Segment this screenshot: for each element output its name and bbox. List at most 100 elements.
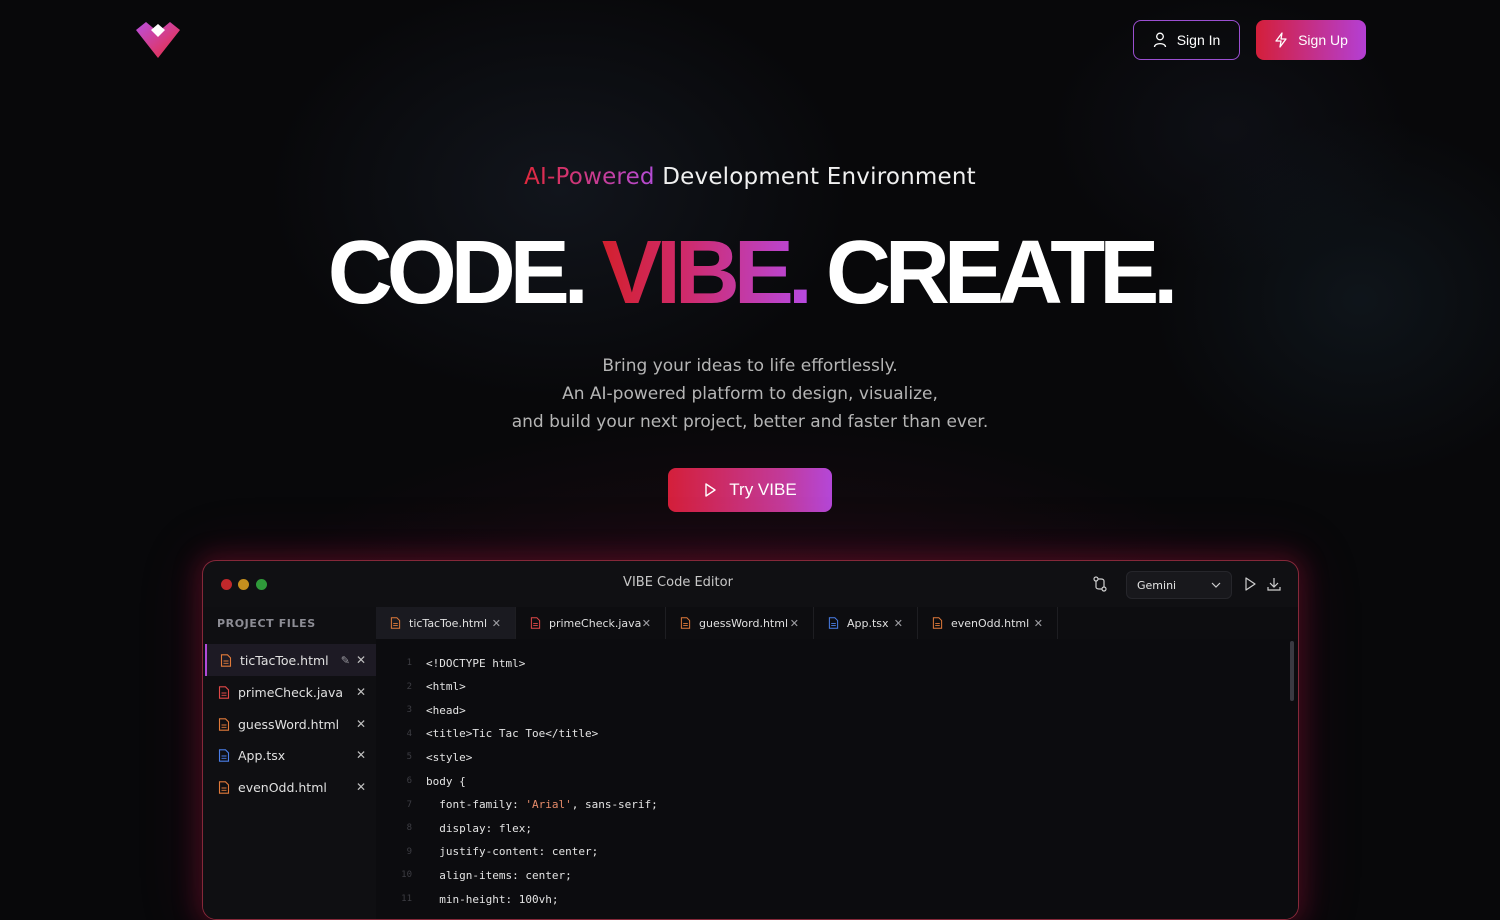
code-line: 5 <style>: [376, 747, 473, 767]
line-number: 11: [401, 894, 412, 904]
tsx-file-icon: [828, 617, 839, 629]
hero-subtitle: Bring your ideas to life effortlessly. A…: [0, 352, 1500, 436]
tab-label: guessWord.html: [699, 616, 789, 630]
vibe-logo-icon[interactable]: [134, 20, 182, 60]
run-icon[interactable]: [1241, 575, 1259, 593]
code-line: 10 align-items: center;: [376, 865, 572, 885]
html-file-icon: [932, 617, 943, 629]
code-text: <head>: [426, 703, 466, 717]
close-tab-icon[interactable]: ✕: [790, 617, 799, 630]
line-number: 3: [406, 705, 412, 716]
code-area[interactable]: 1 <!DOCTYPE html> 2 <html> 3 <head> 4 <title>Ti…: [376, 639, 1298, 919]
editor-tab[interactable]: primeCheck.java ✕: [516, 607, 666, 639]
close-tab-icon[interactable]: ✕: [894, 617, 903, 630]
line-number: 9: [406, 846, 412, 857]
sign-up-label: Sign Up: [1298, 32, 1348, 48]
sidebar-file-label: ticTacToe.html: [240, 652, 329, 668]
line-number: 4: [406, 728, 412, 739]
code-line: 3 <head>: [376, 700, 466, 720]
close-tab-icon[interactable]: ✕: [1034, 617, 1043, 630]
code-text: align-items: center;: [426, 868, 572, 882]
tab-label: App.tsx: [847, 616, 889, 630]
line-number: 8: [406, 823, 412, 834]
sidebar-file-label: primeCheck.java: [238, 684, 344, 700]
html-file-icon: [220, 653, 232, 667]
try-vibe-label: Try VIBE: [729, 480, 797, 499]
code-text: font-family: 'Arial', sans-serif;: [426, 798, 658, 812]
close-tab-icon[interactable]: ✕: [642, 617, 651, 630]
eyebrow-accent: AI-Powered: [524, 164, 655, 190]
editor-tab[interactable]: evenOdd.html ✕: [918, 607, 1058, 639]
tab-label: evenOdd.html: [951, 616, 1030, 630]
line-number: 7: [406, 799, 412, 810]
html-file-icon: [218, 717, 230, 731]
code-line: 4 <title>Tic Tac Toe</title>: [376, 724, 599, 744]
sidebar-file-label: evenOdd.html: [238, 779, 327, 795]
sidebar-file-item[interactable]: ticTacToe.html ✎ ✕: [205, 644, 376, 676]
line-number: 6: [406, 776, 412, 786]
try-vibe-button[interactable]: Try VIBE: [668, 468, 832, 512]
code-line: 8 display: flex;: [376, 818, 532, 838]
chevron-down-icon: [1211, 582, 1221, 588]
code-text: <html>: [426, 680, 466, 694]
close-icon[interactable]: ✕: [356, 748, 366, 762]
code-text: <style>: [426, 750, 473, 764]
line-number: 1: [406, 658, 412, 668]
sidebar-file-item[interactable]: App.tsx ✕: [205, 739, 376, 771]
line-number: 2: [406, 681, 412, 692]
sign-in-label: Sign In: [1176, 32, 1221, 48]
sidebar-file-item[interactable]: evenOdd.html ✕: [205, 771, 376, 803]
sidebar-file-label: App.tsx: [238, 747, 286, 763]
code-line: 6 body {: [376, 771, 466, 791]
editor-tab-bar: ticTacToe.html ✕ primeCheck.java ✕ guessWord…: [376, 607, 1298, 640]
tsx-file-icon: [218, 748, 230, 762]
code-line: 9 justify-content: center;: [376, 842, 599, 862]
subtitle-line-3: and build your next project, better and …: [511, 412, 989, 432]
sign-up-button[interactable]: Sign Up: [1256, 20, 1366, 60]
code-text: <!DOCTYPE html>: [426, 656, 526, 670]
editor-titlebar: VIBE Code Editor Gemini: [203, 561, 1298, 608]
code-text: body {: [426, 774, 466, 788]
line-number: 5: [406, 752, 412, 763]
git-compare-icon[interactable]: [1091, 575, 1109, 593]
sign-in-button[interactable]: Sign In: [1133, 20, 1240, 60]
model-select[interactable]: Gemini: [1126, 571, 1232, 599]
lightning-icon: [1275, 32, 1287, 48]
tab-label: primeCheck.java: [549, 616, 642, 630]
java-file-icon: [218, 685, 230, 699]
code-scrollbar[interactable]: [1290, 641, 1294, 701]
close-icon[interactable]: ✕: [356, 717, 366, 731]
project-files-title: PROJECT FILES: [217, 617, 316, 630]
editor-tab[interactable]: ticTacToe.html ✕: [376, 607, 516, 639]
code-line: 1 <!DOCTYPE html>: [376, 653, 526, 673]
close-icon[interactable]: ✕: [356, 653, 366, 667]
hero-headline: CODE. VIBE. CREATE.: [0, 218, 1500, 328]
code-editor-window: VIBE Code Editor Gemini PROJECT FILES ti…: [202, 560, 1299, 920]
code-text: <title>Tic Tac Toe</title>: [426, 727, 599, 741]
project-files-sidebar: PROJECT FILES ticTacToe.html ✎ ✕ primeCheck…: [203, 607, 377, 919]
subtitle-line-1: Bring your ideas to life effortlessly.: [602, 356, 898, 376]
html-file-icon: [390, 617, 401, 629]
editor-tab[interactable]: App.tsx ✕: [814, 607, 918, 639]
close-icon[interactable]: ✕: [356, 780, 366, 794]
close-icon[interactable]: ✕: [356, 685, 366, 699]
code-line: 11 min-height: 100vh;: [376, 889, 558, 909]
download-icon[interactable]: [1265, 575, 1283, 593]
code-line: 2 <html>: [376, 677, 466, 697]
edit-icon[interactable]: ✎: [341, 654, 350, 667]
editor-tab[interactable]: guessWord.html ✕: [666, 607, 814, 639]
line-number: 10: [401, 870, 412, 881]
headline-code: CODE.: [327, 223, 589, 323]
hero-eyebrow: AI-Powered Development Environment: [0, 164, 1500, 190]
sidebar-file-item[interactable]: guessWord.html ✕: [205, 708, 376, 740]
code-text: min-height: 100vh;: [426, 892, 559, 906]
editor-title: VIBE Code Editor: [623, 575, 733, 590]
close-tab-icon[interactable]: ✕: [492, 617, 501, 630]
html-file-icon: [218, 780, 230, 794]
model-select-value: Gemini: [1137, 578, 1177, 592]
html-file-icon: [680, 617, 691, 629]
tab-label: ticTacToe.html: [409, 616, 488, 630]
play-icon: [705, 483, 716, 497]
java-file-icon: [530, 617, 541, 629]
sidebar-file-item[interactable]: primeCheck.java ✕: [205, 676, 376, 708]
